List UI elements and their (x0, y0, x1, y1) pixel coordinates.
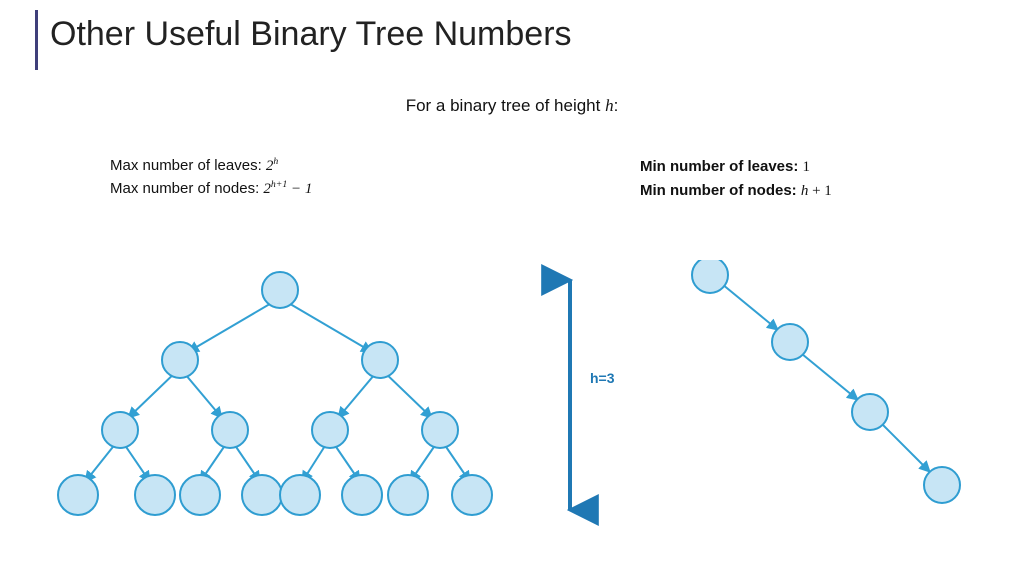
max-leaves-label: Max number of leaves: (110, 157, 266, 174)
min-nodes-line: Min number of nodes: h + 1 (640, 179, 832, 203)
skewed-tree-edges (722, 284, 930, 472)
left-column: Max number of leaves: 2h Max number of n… (110, 155, 312, 200)
subtitle: For a binary tree of height h: (0, 96, 1024, 116)
max-leaves-line: Max number of leaves: 2h (110, 155, 312, 178)
max-nodes-line: Max number of nodes: 2h+1 − 1 (110, 178, 312, 201)
trees-diagram (0, 260, 1024, 570)
min-leaves-label: Min number of leaves: (640, 158, 803, 175)
max-nodes-label: Max number of nodes: (110, 180, 263, 197)
full-tree-edges (85, 298, 470, 482)
subtitle-var: h (605, 96, 614, 115)
full-tree-nodes (58, 272, 492, 515)
min-nodes-formula: h + 1 (801, 183, 832, 199)
min-nodes-label: Min number of nodes: (640, 182, 801, 199)
max-nodes-formula: 2h+1 − 1 (263, 181, 312, 197)
min-leaves-value: 1 (803, 159, 811, 175)
subtitle-prefix: For a binary tree of height (406, 96, 605, 115)
skewed-tree-nodes (692, 260, 960, 503)
min-leaves-line: Min number of leaves: 1 (640, 155, 832, 179)
subtitle-suffix: : (614, 96, 619, 115)
max-leaves-formula: 2h (266, 158, 278, 174)
title-accent-bar (35, 10, 38, 70)
page-title: Other Useful Binary Tree Numbers (50, 15, 572, 54)
right-column: Min number of leaves: 1 Min number of no… (640, 155, 832, 203)
